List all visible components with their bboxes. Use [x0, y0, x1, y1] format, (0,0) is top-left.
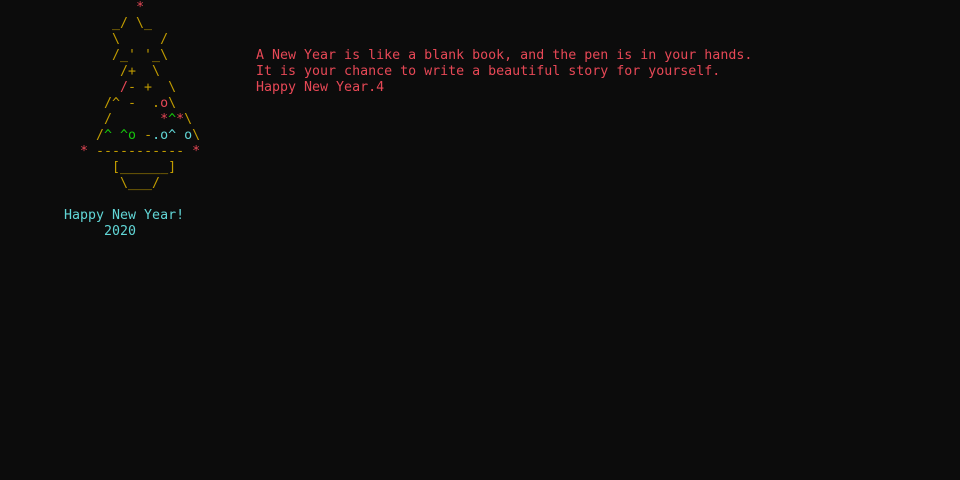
tree-line: /+ \ [64, 64, 160, 80]
tree-segment: _/ \_ [64, 16, 153, 31]
tree-line: * ----------- * [64, 144, 200, 160]
tree-segment: /+ \ [64, 64, 161, 79]
tree-segment: / [64, 128, 105, 143]
tree-segment: ----------- [96, 144, 185, 159]
tree-segment: /^ - . [64, 96, 161, 111]
tree-segment: \ [184, 112, 193, 127]
tree-segment: * [176, 112, 185, 127]
tree-line: /_' '_\ [64, 48, 168, 64]
tree-segment [64, 0, 136, 15]
tree-segment: /_' '_\ [64, 48, 169, 63]
tree-segment: * [160, 112, 169, 127]
tree-segment: / [64, 112, 161, 127]
tree-line: \___/ [64, 176, 160, 192]
tree-segment: / [64, 80, 129, 95]
tree-segment: [______] [64, 160, 177, 175]
tree-segment: \___/ [64, 176, 161, 191]
message-line-2: It is your chance to write a beautiful s… [256, 64, 721, 79]
tree-line: /- + \ [64, 80, 176, 96]
tree-line: / *^*\ [64, 112, 192, 128]
tree-line: /^ ^o -.o^ o\ [64, 128, 200, 144]
tree-segment: \ / [64, 32, 169, 47]
message-line-3: Happy New Year.4 [256, 80, 385, 95]
message-line-1: A New Year is like a blank book, and the… [256, 48, 753, 63]
greeting-text: Happy New Year! [64, 208, 185, 223]
tree-line: [______] [64, 160, 176, 176]
tree-segment: \ [192, 128, 201, 143]
tree-segment: * [184, 144, 201, 159]
tree-segment: o [160, 96, 169, 111]
tree-segment: * [64, 144, 97, 159]
tree-line: * [64, 0, 144, 16]
tree-segment: .o^ o [152, 128, 193, 143]
tree-segment: \ [168, 96, 177, 111]
tree-segment: * [136, 0, 145, 15]
console-window: * _/ \_ \ / /_' '_\ /+ \ /- + \ /^ - .o\… [0, 0, 960, 480]
tree-segment: ^ [168, 112, 177, 127]
tree-segment: ^ ^o [104, 128, 137, 143]
tree-segment: - + \ [128, 80, 177, 95]
tree-line: _/ \_ [64, 16, 152, 32]
tree-segment: - [136, 128, 153, 143]
year-text: 2020 [104, 224, 137, 239]
tree-line: \ / [64, 32, 168, 48]
tree-line: /^ - .o\ [64, 96, 176, 112]
